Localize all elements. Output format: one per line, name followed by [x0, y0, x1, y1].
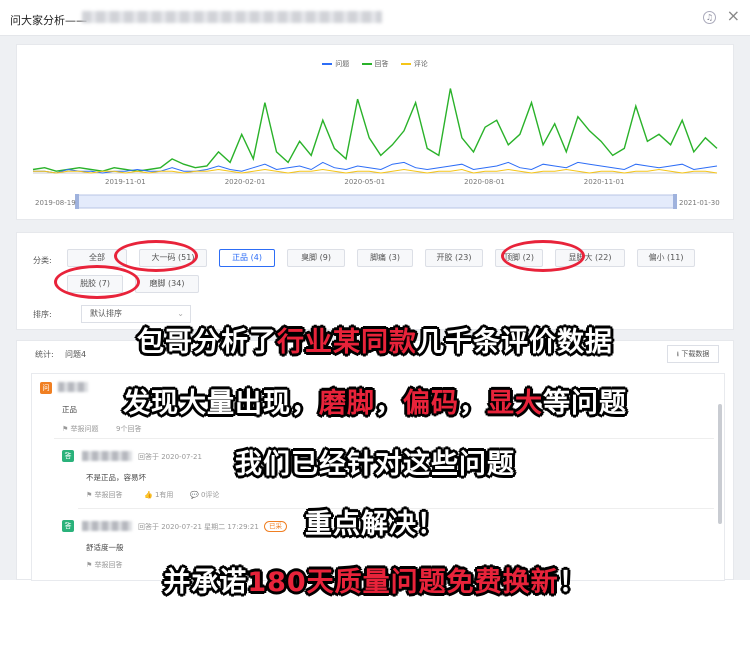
category-pill[interactable]: 正品 (4) [219, 249, 275, 267]
headset-icon[interactable]: ♫ [703, 11, 716, 24]
category-pill[interactable]: 磨脚 (34) [135, 275, 199, 293]
range-handle-end[interactable] [673, 194, 677, 209]
category-pill[interactable]: 开胶 (23) [425, 249, 483, 267]
title-bar: 问大家分析—— ♫ × [0, 0, 750, 36]
category-pill[interactable]: 臭脚 (9) [287, 249, 345, 267]
range-slider[interactable] [76, 194, 676, 209]
promo-line-5: 并承诺180天质量问题免费换新！ [163, 567, 587, 598]
promo-line-4: 重点解决！ [305, 509, 445, 540]
category-label: 分类: [33, 256, 52, 265]
highlight-circle [501, 240, 585, 272]
x-tick-label: 2020-05-01 [344, 178, 385, 186]
divider [54, 438, 714, 439]
window-title: 问大家分析—— [10, 14, 87, 27]
sort-label: 排序: [33, 310, 52, 319]
question-answer-count: 9个回答 [116, 425, 142, 433]
series-line-1 [32, 88, 718, 172]
x-tick-label: 2020-02-01 [225, 178, 266, 186]
x-tick-label: 2020-08-01 [464, 178, 505, 186]
x-tick-label: 2019-11-01 [105, 178, 146, 186]
category-pill[interactable]: 偏小 (11) [637, 249, 695, 267]
question-report[interactable]: ⚑ 举报问题 [62, 424, 99, 434]
answer-report[interactable]: ⚑ 举报回答 [86, 490, 123, 500]
useful-button[interactable]: 👍 1有用 [144, 490, 173, 500]
highlight-circle [54, 265, 140, 299]
trend-chart[interactable]: 2019-11-01 2020-02-01 2020-05-01 2020-08-01… [17, 45, 733, 219]
comment-button[interactable]: 💬 0评论 [190, 490, 219, 500]
redacted-title [82, 11, 382, 23]
promo-line-3: 我们已经针对这些问题 [235, 449, 515, 480]
close-icon[interactable]: × [727, 8, 740, 24]
highlight-circle [114, 240, 198, 272]
category-pill[interactable]: 脚痛 (3) [357, 249, 413, 267]
answer-text: 舒适度一般 [86, 543, 124, 552]
trend-chart-card: 问题 回答 评论 2019-11-01 2020-02-01 2020-05-01 2… [16, 44, 734, 220]
x-tick-label: 2020-11-01 [584, 178, 625, 186]
promo-line-2: 发现大量出现，磨脚，偏码，显大等问题 [123, 388, 627, 419]
promo-line-1: 包哥分析了行业某同款几千条评价数据 [137, 327, 613, 358]
range-start-label: 2019-08-19 [35, 199, 76, 207]
range-end-label: 2021-01-30 [679, 199, 720, 207]
